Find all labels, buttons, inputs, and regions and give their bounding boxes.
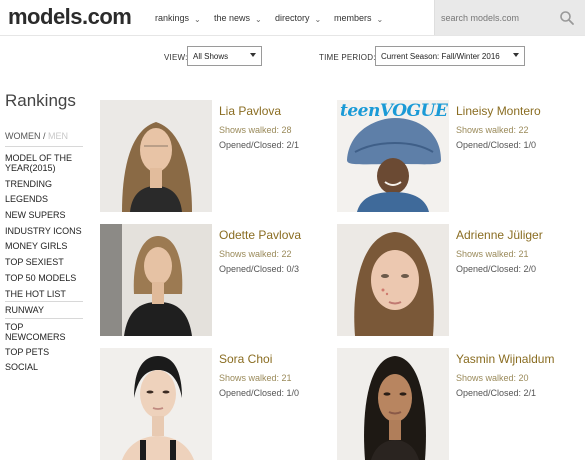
chevron-down-icon: ⌄ [376, 15, 384, 24]
page-title: Rankings [5, 91, 76, 110]
model-shows-walked: Shows walked: 28 [219, 125, 292, 135]
model-shows-walked: Shows walked: 22 [456, 125, 529, 135]
sidebar-item-model-of-the-year[interactable]: MODEL OF THE YEAR(2015) [5, 153, 85, 173]
nav-directory-label: directory [275, 13, 310, 23]
sidebar-item-the-hot-list[interactable]: THE HOT LIST [5, 289, 85, 299]
model-opened-closed: Opened/Closed: 1/0 [456, 140, 537, 150]
model-name-lineisy-montero[interactable]: Lineisy Montero [456, 104, 541, 118]
time-period-select[interactable]: Current Season: Fall/Winter 2016 [375, 46, 525, 66]
model-shows-walked: Shows walked: 21 [219, 373, 292, 383]
nav-members-label: members [334, 13, 372, 23]
model-photo-image [337, 224, 449, 336]
magazine-cover-logo: teenVOGUE [340, 101, 448, 121]
chevron-down-icon: ⌄ [194, 15, 201, 24]
sidebar-item-runway[interactable]: RUNWAY [5, 305, 85, 315]
model-shows-walked: Shows walked: 22 [219, 249, 292, 259]
model-name-adrienne-juliger[interactable]: Adrienne Jüliger [456, 228, 543, 242]
view-label: VIEW: [164, 53, 188, 62]
view-select[interactable]: All Shows [187, 46, 262, 66]
model-photo-yasmin-wijnaldum[interactable] [337, 348, 449, 460]
model-opened-closed: Opened/Closed: 1/0 [219, 388, 300, 398]
model-opened-closed: Opened/Closed: 2/1 [219, 140, 300, 150]
sidebar-item-new-supers[interactable]: NEW SUPERS [5, 210, 85, 220]
gender-toggle: WOMEN / MEN [5, 131, 68, 141]
model-photo-lineisy-montero[interactable]: teenVOGUE [337, 100, 449, 212]
gender-separator: / [40, 131, 49, 141]
search-input[interactable] [435, 0, 563, 35]
nav-the-news-label: the news [214, 13, 251, 23]
search-icon[interactable] [559, 10, 575, 26]
model-name-sora-choi[interactable]: Sora Choi [219, 352, 272, 366]
sidebar-item-money-girls[interactable]: MONEY GIRLS [5, 241, 85, 251]
gender-men-link[interactable]: MEN [48, 131, 68, 141]
view-select-value: All Shows [193, 52, 229, 61]
model-photo-image [100, 100, 212, 212]
model-photo-odette-pavlova[interactable] [100, 224, 212, 336]
sidebar-item-top-50-models[interactable]: TOP 50 MODELS [5, 273, 85, 283]
nav-directory[interactable]: directory ⌄ [275, 13, 322, 24]
model-photo-adrienne-juliger[interactable] [337, 224, 449, 336]
nav-rankings-label: rankings [155, 13, 190, 23]
sidebar-divider [5, 318, 83, 319]
nav-rankings[interactable]: rankings ⌄ [155, 13, 201, 24]
model-photo-sora-choi[interactable] [100, 348, 212, 460]
model-name-odette-pavlova[interactable]: Odette Pavlova [219, 228, 301, 242]
nav-the-news[interactable]: the news ⌄ [214, 13, 262, 24]
model-photo-image [100, 348, 212, 460]
sidebar-item-trending[interactable]: TRENDING [5, 179, 85, 189]
model-opened-closed: Opened/Closed: 2/1 [456, 388, 537, 398]
model-shows-walked: Shows walked: 21 [456, 249, 529, 259]
top-bar: models.com rankings ⌄ the news ⌄ directory… [0, 0, 585, 36]
caret-down-icon [250, 53, 256, 57]
sidebar-item-top-newcomers[interactable]: TOP NEWCOMERS [5, 322, 75, 342]
site-logo[interactable]: models.com [8, 4, 132, 30]
gender-women-link[interactable]: WOMEN [5, 131, 41, 141]
sidebar-item-top-sexiest[interactable]: TOP SEXIEST [5, 257, 85, 267]
model-photo-lia-pavlova[interactable] [100, 100, 212, 212]
model-name-yasmin-wijnaldum[interactable]: Yasmin Wijnaldum [456, 352, 554, 366]
sidebar-item-social[interactable]: SOCIAL [5, 362, 85, 372]
sidebar-item-top-pets[interactable]: TOP PETS [5, 347, 85, 357]
model-opened-closed: Opened/Closed: 0/3 [219, 264, 300, 274]
model-photo-image [337, 348, 449, 460]
time-period-select-value: Current Season: Fall/Winter 2016 [381, 52, 500, 61]
chevron-down-icon: ⌄ [255, 15, 262, 24]
caret-down-icon [513, 53, 519, 57]
sidebar-divider [5, 146, 83, 147]
model-photo-image [100, 224, 212, 336]
search-box [434, 0, 585, 35]
sidebar-item-legends[interactable]: LEGENDS [5, 194, 85, 204]
model-name-lia-pavlova[interactable]: Lia Pavlova [219, 104, 281, 118]
time-period-label: TIME PERIOD: [319, 53, 376, 62]
sidebar-item-industry-icons[interactable]: INDUSTRY ICONS [5, 226, 85, 236]
chevron-down-icon: ⌄ [314, 15, 322, 24]
model-shows-walked: Shows walked: 20 [456, 373, 529, 383]
model-opened-closed: Opened/Closed: 2/0 [456, 264, 537, 274]
nav-members[interactable]: members ⌄ [334, 13, 384, 24]
sidebar-divider [5, 301, 83, 302]
